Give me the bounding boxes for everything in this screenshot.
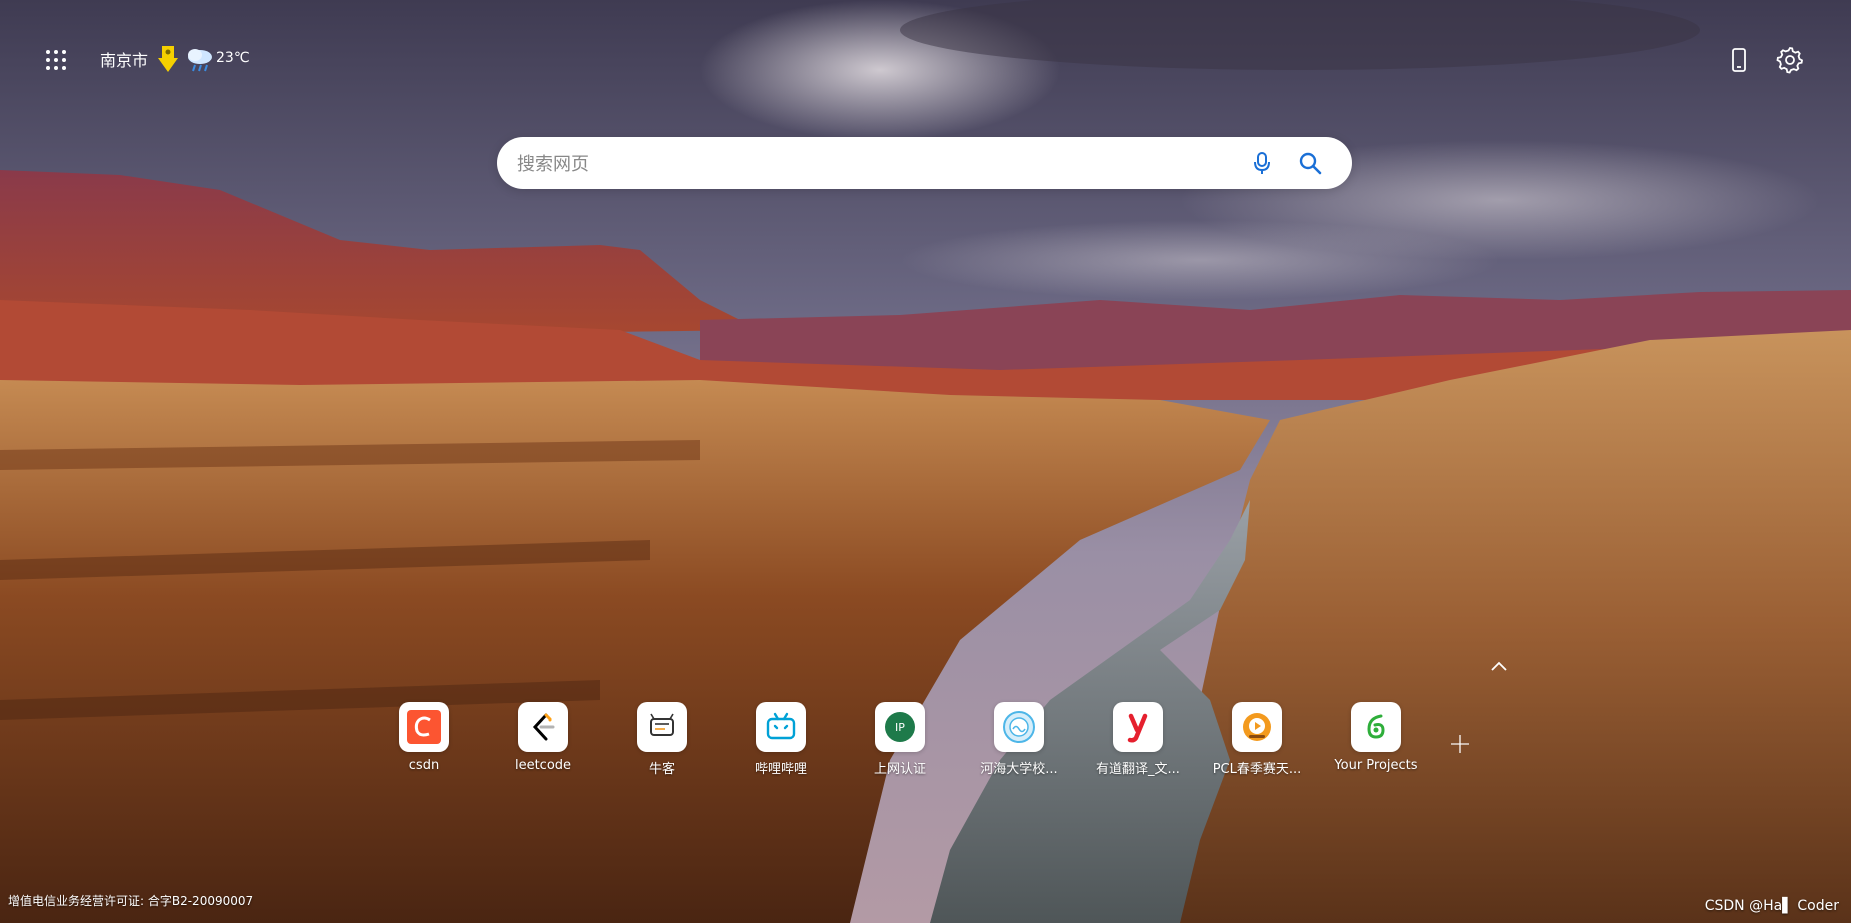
shortcut-tile[interactable]	[518, 702, 568, 752]
weather-city[interactable]: 南京市	[100, 47, 148, 71]
search-box	[497, 137, 1352, 189]
shortcut-tile[interactable]	[1232, 702, 1282, 752]
youdao-icon	[1127, 713, 1148, 743]
add-shortcut-icon[interactable]	[1448, 732, 1472, 756]
shortcut-label: 河海大学校...	[980, 762, 1058, 777]
shortcut-label: leetcode	[514, 758, 572, 773]
shortcut-bilibili[interactable]: 哔哩哔哩	[721, 702, 841, 782]
weather-temperature: 23℃	[216, 50, 250, 66]
shortcut-label: csdn	[408, 758, 440, 773]
hhu-icon	[1003, 711, 1035, 743]
shortcut-label: 有道翻译_文...	[1096, 762, 1180, 777]
license-text[interactable]: 增值电信业务经营许可证: 合字B2-20090007	[8, 892, 253, 909]
microphone-icon[interactable]	[1249, 150, 1275, 176]
shortcut-nowcoder[interactable]: 牛客	[602, 702, 722, 782]
pcl-icon	[1243, 713, 1271, 741]
shortcut-leetcode[interactable]: leetcode	[483, 702, 603, 782]
shortcut-tile[interactable]	[1351, 702, 1401, 752]
shortcut-tile[interactable]: IP	[875, 702, 925, 752]
bilibili-icon	[766, 712, 796, 740]
shortcut-youdao[interactable]: 有道翻译_文...	[1078, 702, 1198, 782]
shortcut-tile[interactable]	[399, 702, 449, 752]
shortcut-label: 上网认证	[873, 762, 926, 777]
watermark-text: CSDN @Ha▌ Coder	[1704, 898, 1839, 914]
shortcut-your-projects[interactable]: Your Projects	[1316, 702, 1436, 782]
nowcoder-icon	[650, 713, 674, 736]
mobile-phone-icon[interactable]	[1728, 47, 1750, 73]
search-input[interactable]	[515, 147, 1219, 181]
shortcut-tile[interactable]	[994, 702, 1044, 752]
top-bar: 南京市 23℃	[0, 0, 1851, 120]
chevron-up-icon[interactable]	[1488, 658, 1510, 674]
svg-text:IP: IP	[895, 721, 905, 734]
rain-cloud-icon[interactable]	[185, 46, 215, 72]
shortcut-hhu[interactable]: 河海大学校...	[959, 702, 1079, 782]
shortcut-net-auth[interactable]: IP 上网认证	[840, 702, 960, 782]
leetcode-icon	[532, 713, 555, 741]
shortcut-pcl[interactable]: PCL春季赛天...	[1197, 702, 1317, 782]
ip-icon: IP	[885, 712, 915, 742]
shortcut-label: 哔哩哔哩	[754, 762, 807, 777]
shortcut-csdn[interactable]: csdn	[364, 702, 484, 782]
leaf-icon	[1367, 714, 1385, 739]
gear-icon[interactable]	[1776, 46, 1804, 74]
shortcut-label: Your Projects	[1334, 758, 1418, 773]
shortcut-tile[interactable]	[756, 702, 806, 752]
shortcut-label: PCL春季赛天...	[1212, 762, 1302, 777]
shortcut-tile[interactable]	[1113, 702, 1163, 752]
search-icon[interactable]	[1297, 150, 1323, 176]
weather-warning-icon[interactable]	[158, 46, 178, 72]
shortcut-tile[interactable]	[637, 702, 687, 752]
shortcut-label: 牛客	[648, 762, 675, 777]
csdn-icon	[407, 710, 441, 744]
apps-grid-icon[interactable]	[44, 48, 68, 72]
